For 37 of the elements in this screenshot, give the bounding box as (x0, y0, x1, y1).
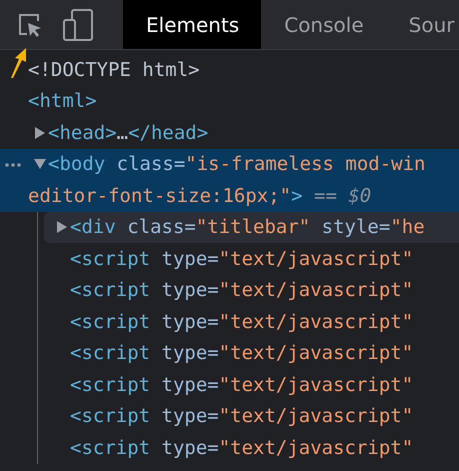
code-line: <script type="text/javascript" (70, 342, 414, 364)
dom-node-row[interactable]: <script type="text/javascript" (38, 338, 459, 369)
code-line: <!DOCTYPE html> (28, 58, 200, 81)
more-dots-icon[interactable] (5, 162, 21, 166)
code-line: <head>…</head> (48, 122, 208, 144)
dom-node-row[interactable]: <body class="is-frameless mod-win (0, 148, 459, 180)
dom-node-row[interactable]: <script type="text/javascript" (38, 274, 459, 306)
dom-node-row[interactable]: <div class="titlebar" style="he (44, 212, 459, 243)
arrow-annotation (9, 47, 29, 79)
panel-tab[interactable]: Sour (386, 0, 459, 49)
dom-node-row[interactable]: <script type="text/javascript" (38, 243, 459, 274)
dom-node-row[interactable]: <script type="text/javascript" (38, 400, 459, 432)
dom-node-row[interactable]: <script type="text/javascript" (38, 369, 459, 400)
dom-node-row[interactable]: <script type="text/javascript" (38, 432, 459, 464)
device-toolbar-button[interactable] (61, 8, 95, 42)
dom-node-row[interactable]: <script type="text/javascript" (38, 306, 459, 338)
panel-tab[interactable]: Console (261, 0, 386, 49)
code-line: <body class="is-frameless mod-win (48, 153, 426, 176)
collapse-triangle-icon[interactable] (34, 159, 46, 170)
device-toggle-icon (63, 9, 93, 41)
inspect-element-icon (17, 12, 43, 38)
code-line: <html> (28, 90, 97, 112)
code-line: <script type="text/javascript" (70, 374, 414, 396)
code-line: <script type="text/javascript" (70, 279, 414, 302)
dom-node-row-continuation[interactable]: editor-font-size:16px;"> == $0 (0, 180, 459, 212)
dom-node-row[interactable]: <html> (0, 86, 459, 117)
expand-triangle-icon[interactable] (57, 221, 67, 234)
code-line: <script type="text/javascript" (70, 436, 414, 459)
code-line: <div class="titlebar" style="he (70, 216, 425, 238)
code-line: <script type="text/javascript" (70, 248, 414, 270)
code-line: <script type="text/javascript" (70, 310, 414, 333)
expand-triangle-icon[interactable] (35, 126, 45, 139)
code-line: editor-font-size:16px;"> == $0 (28, 184, 372, 207)
dom-node-row[interactable]: <head>…</head> (0, 117, 459, 148)
dom-node-row[interactable]: <!DOCTYPE html> (0, 54, 459, 86)
panel-tab[interactable]: Elements (123, 0, 262, 49)
code-line: <script type="text/javascript" (70, 405, 414, 428)
